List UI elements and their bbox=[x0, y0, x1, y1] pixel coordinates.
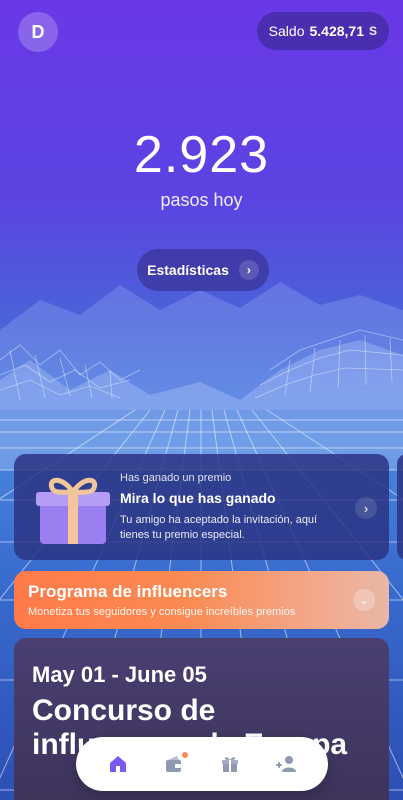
avatar[interactable]: D bbox=[18, 12, 58, 52]
influencer-program-card[interactable]: Programa de influencers Monetiza tus seg… bbox=[14, 571, 389, 629]
prize-card[interactable]: Has ganado un premio Mira lo que has gan… bbox=[14, 454, 389, 560]
next-card-peek[interactable] bbox=[397, 454, 403, 560]
prize-title: Mira lo que has ganado bbox=[120, 490, 276, 506]
balance-pill[interactable]: Saldo 5.428,71 S bbox=[256, 12, 389, 50]
tab-rewards[interactable] bbox=[212, 746, 248, 782]
balance-label: Saldo bbox=[268, 23, 305, 39]
tab-friends[interactable] bbox=[268, 746, 304, 782]
bottom-tab-bar bbox=[76, 737, 328, 791]
gift-box-icon bbox=[36, 477, 110, 544]
notification-badge bbox=[182, 752, 188, 758]
prize-kicker: Has ganado un premio bbox=[120, 472, 232, 484]
influencer-subtitle: Monetiza tus seguidores y consigue incre… bbox=[28, 606, 296, 618]
chevron-down-icon[interactable]: ⌄ bbox=[353, 589, 375, 611]
steps-label: pasos hoy bbox=[160, 190, 243, 210]
steps-count: 2.923 bbox=[133, 126, 270, 184]
avatar-initial: D bbox=[31, 21, 45, 42]
influencer-title: Programa de influencers bbox=[28, 582, 228, 601]
prize-description: Tu amigo ha aceptado la invitación, aquí… bbox=[120, 514, 318, 541]
gift-icon bbox=[222, 757, 238, 772]
home-icon bbox=[110, 756, 126, 772]
chevron-right-icon: › bbox=[238, 260, 259, 280]
statistics-button-label: Estadísticas bbox=[147, 262, 229, 278]
tab-wallet[interactable] bbox=[156, 746, 192, 782]
friends-icon bbox=[276, 756, 296, 772]
statistics-button[interactable]: Estadísticas › bbox=[137, 249, 269, 291]
contest-dates: May 01 - June 05 bbox=[32, 662, 207, 687]
currency-icon: S bbox=[368, 24, 377, 38]
balance-value: 5.428,71 bbox=[309, 23, 364, 39]
tab-home[interactable] bbox=[100, 746, 136, 782]
chevron-right-icon[interactable]: › bbox=[355, 497, 377, 519]
